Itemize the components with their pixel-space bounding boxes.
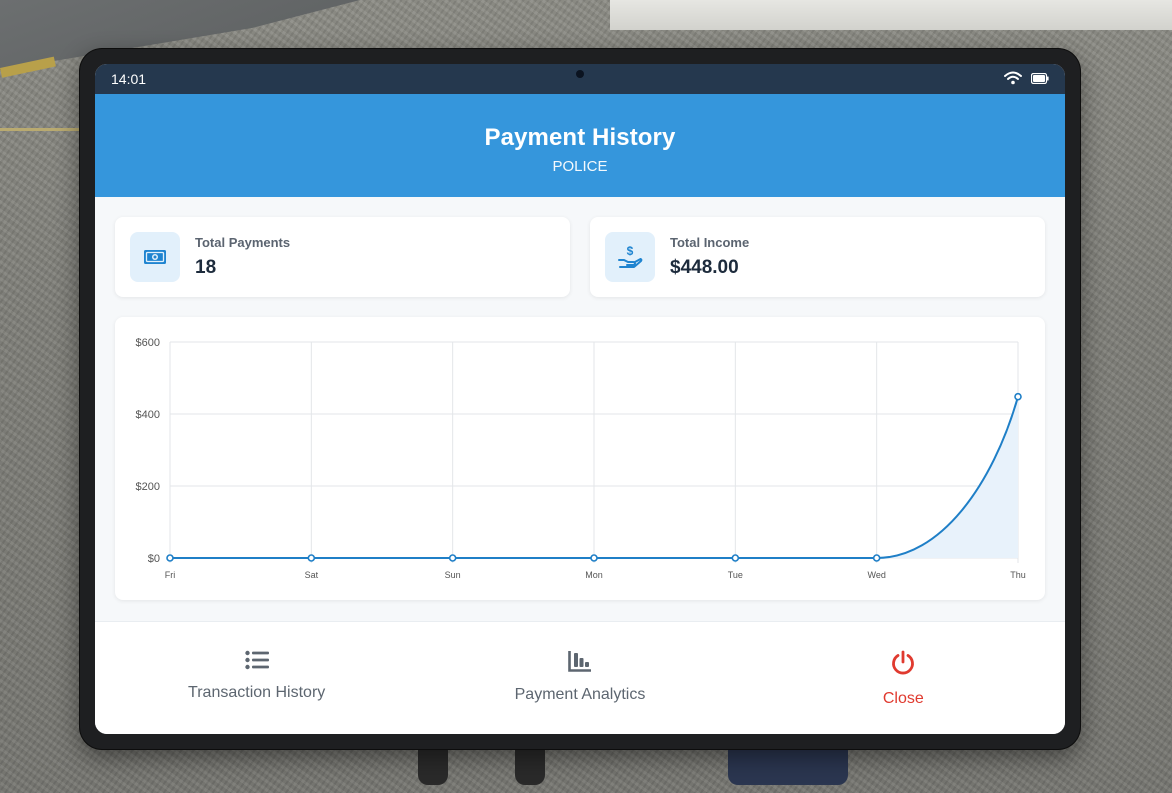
y-tick-label: $600 <box>136 337 160 349</box>
transaction-history-button[interactable]: Transaction History <box>95 622 418 734</box>
payment-chart-card: $0 $200 $400 $600 Fri Sat Sun Mon Tue Wed Thu <box>115 317 1045 600</box>
stat-label: Total Payments <box>195 235 291 250</box>
hand-dollar-icon: $ <box>605 232 655 282</box>
wifi-icon <box>1004 71 1022 88</box>
y-tick-label: $400 <box>136 409 160 421</box>
x-tick-label: Fri <box>165 570 176 580</box>
data-point <box>731 554 740 562</box>
data-point <box>166 554 174 562</box>
x-tick-label: Tue <box>728 570 743 580</box>
page-subtitle: POLICE <box>552 158 608 175</box>
y-tick-label: $200 <box>136 481 160 493</box>
status-time: 14:01 <box>111 71 147 87</box>
x-tick-label: Thu <box>1010 570 1026 580</box>
stat-label: Total Income <box>670 235 750 250</box>
x-tick-label: Sun <box>445 570 461 580</box>
background-shoe <box>515 745 545 785</box>
payment-chart: $0 $200 $400 $600 Fri Sat Sun Mon Tue Wed Thu <box>136 337 1026 580</box>
x-tick-label: Wed <box>867 570 885 580</box>
main-content: Total Payments 18 $ Total Income $448.00… <box>95 197 1065 621</box>
tablet-screen: 14:01 Payment History POLICE Total Payme… <box>95 64 1065 734</box>
stat-value: $448.00 <box>670 257 739 278</box>
x-tick-label: Sat <box>305 570 319 580</box>
close-label: Close <box>882 690 924 707</box>
page-header: Payment History POLICE <box>95 94 1065 197</box>
list-icon <box>244 650 269 675</box>
page-title: Payment History <box>484 124 676 151</box>
tablet-device: 14:01 Payment History POLICE Total Payme… <box>80 49 1080 749</box>
y-tick-label: $0 <box>148 553 160 565</box>
x-tick-label: Mon <box>585 570 603 580</box>
background-building <box>610 0 1172 30</box>
svg-text:$: $ <box>627 245 634 258</box>
background-shoe <box>418 745 448 785</box>
data-point <box>448 554 457 562</box>
camera-dot <box>576 70 584 78</box>
chart-bar-icon <box>568 650 592 677</box>
total-income-card: $ Total Income $448.00 <box>590 217 1045 297</box>
data-point <box>307 554 316 562</box>
data-point <box>1014 392 1022 401</box>
close-button[interactable]: Close <box>742 622 1065 734</box>
bottom-nav: Transaction History Payment Analytics Cl… <box>95 621 1065 734</box>
transaction-history-label: Transaction History <box>188 684 326 701</box>
payment-analytics-button[interactable]: Payment Analytics <box>418 622 741 734</box>
power-icon <box>890 650 916 681</box>
stat-value: 18 <box>195 257 217 278</box>
battery-icon <box>1030 71 1049 87</box>
money-bill-icon <box>130 232 180 282</box>
status-bar: 14:01 <box>95 64 1065 94</box>
background-legs <box>728 745 848 785</box>
background-road-line <box>0 128 85 131</box>
data-point <box>872 554 881 562</box>
total-payments-card: Total Payments 18 <box>115 217 570 297</box>
payment-analytics-label: Payment Analytics <box>514 686 646 703</box>
data-point <box>590 554 598 562</box>
